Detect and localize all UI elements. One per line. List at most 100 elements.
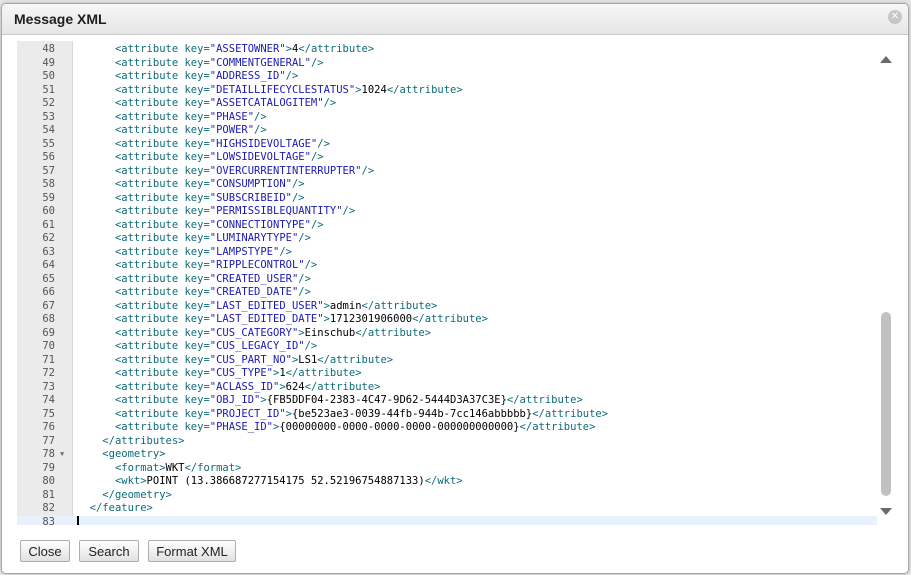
code-text: <attribute key="ACLASS_ID">624</attribut… <box>114 380 381 393</box>
line-number: 81 <box>42 488 55 501</box>
code-text: <attribute key="COMMENTGENERAL"/> <box>114 56 324 69</box>
code-text: <attribute key="POWER"/> <box>114 124 267 136</box>
line-number: 57 <box>42 164 55 177</box>
line-number: 73 <box>42 380 55 393</box>
code-text: <attribute key="PROJECT_ID">{be523ae3-00… <box>114 407 609 420</box>
code-text: </geometry> <box>102 488 172 501</box>
code-line: 61 <attribute key="CONNECTIONTYPE"/> <box>17 219 877 233</box>
line-number: 63 <box>42 245 55 258</box>
code-text: <attribute key="OBJ_ID">{FB5DDF04-2383-4… <box>114 394 583 406</box>
line-number: 78 <box>42 448 55 460</box>
line-number: 79 <box>42 461 55 474</box>
line-number: 72 <box>42 367 55 379</box>
line-number: 60 <box>42 205 55 217</box>
search-button[interactable]: Search <box>79 540 139 562</box>
text-cursor <box>77 515 79 525</box>
line-number: 74 <box>42 394 55 406</box>
code-text: <attribute key="LAST_EDITED_DATE">171230… <box>114 313 488 325</box>
code-text: <attribute key="PHASE"/> <box>114 110 267 123</box>
code-line: 54 <attribute key="POWER"/> <box>17 124 877 138</box>
code-text: <attribute key="HIGHSIDEVOLTAGE"/> <box>114 137 330 150</box>
code-line: 60 <attribute key="PERMISSIBLEQUANTITY"/… <box>17 205 877 219</box>
line-number: 50 <box>42 70 55 82</box>
code-text: <attribute key="CREATED_USER"/> <box>114 272 311 285</box>
code-text: <attribute key="CUS_PART_NO">LS1</attrib… <box>114 353 394 366</box>
code-line: 67 <attribute key="LAST_EDITED_USER">adm… <box>17 300 877 314</box>
code-text: <attribute key="CUS_TYPE">1</attribute> <box>114 367 362 379</box>
line-number: 71 <box>42 353 55 366</box>
code-text: <attribute key="ASSETOWNER">4</attribute… <box>114 43 375 55</box>
code-text: <attribute key="CONSUMPTION"/> <box>114 178 305 190</box>
scrollbar-thumb[interactable] <box>881 312 891 496</box>
line-number: 75 <box>42 407 55 420</box>
code-line: 49 <attribute key="COMMENTGENERAL"/> <box>17 57 877 71</box>
code-line: 59 <attribute key="SUBSCRIBEID"/> <box>17 192 877 206</box>
code-line: 51 <attribute key="DETAILLIFECYCLESTATUS… <box>17 84 877 98</box>
code-line: 75 <attribute key="PROJECT_ID">{be523ae3… <box>17 408 877 422</box>
line-number: 48 <box>42 43 55 55</box>
line-number: 77 <box>42 434 55 447</box>
line-number: 68 <box>42 313 55 325</box>
message-xml-dialog: Message XML ✕ 48 <attribute key="ASSETOW… <box>1 3 909 574</box>
code-text: <attribute key="LUMINARYTYPE"/> <box>114 232 311 244</box>
code-text: <attribute key="ASSETCATALOGITEM"/> <box>114 97 337 109</box>
line-number: 54 <box>42 124 55 136</box>
code-line: 74 <attribute key="OBJ_ID">{FB5DDF04-238… <box>17 394 877 408</box>
code-line: 65 <attribute key="CREATED_USER"/> <box>17 273 877 287</box>
code-text: <attribute key="PERMISSIBLEQUANTITY"/> <box>114 205 356 217</box>
code-text: <format>WKT</format> <box>114 461 242 474</box>
code-line: 83 <box>17 515 877 526</box>
scroll-down-icon[interactable] <box>879 507 893 517</box>
line-number: 80 <box>42 475 55 487</box>
code-line: 50 <attribute key="ADDRESS_ID"/> <box>17 70 877 84</box>
code-text: <attribute key="CONNECTIONTYPE"/> <box>114 218 324 231</box>
code-text: <attribute key="CREATED_DATE"/> <box>114 286 311 298</box>
line-number: 53 <box>42 110 55 123</box>
code-line: 71 <attribute key="CUS_PART_NO">LS1</att… <box>17 354 877 368</box>
line-number: 67 <box>42 299 55 312</box>
code-text: <geometry> <box>102 448 166 460</box>
code-line: 52 <attribute key="ASSETCATALOGITEM"/> <box>17 97 877 111</box>
code-text: <wkt>POINT (13.386687277154175 52.521967… <box>114 475 463 487</box>
code-line: 80 <wkt>POINT (13.386687277154175 52.521… <box>17 475 877 489</box>
code-line: 81 </geometry> <box>17 489 877 503</box>
code-line: 48 <attribute key="ASSETOWNER">4</attrib… <box>17 43 877 57</box>
line-number: 76 <box>42 421 55 433</box>
line-number: 62 <box>42 232 55 244</box>
code-text: <attribute key="OVERCURRENTINTERRUPTER"/… <box>114 164 375 177</box>
scroll-up-icon[interactable] <box>879 54 893 64</box>
code-line: 68 <attribute key="LAST_EDITED_DATE">171… <box>17 313 877 327</box>
xml-code-editor[interactable]: 48 <attribute key="ASSETOWNER">4</attrib… <box>17 41 877 525</box>
dialog-titlebar[interactable]: Message XML ✕ <box>2 4 908 35</box>
line-number: 83 <box>42 515 55 526</box>
code-text: <attribute key="LAST_EDITED_USER">admin<… <box>114 299 438 312</box>
code-text: <attribute key="RIPPLECONTROL"/> <box>114 259 318 271</box>
code-line: 82 </feature> <box>17 502 877 516</box>
fold-toggle-icon[interactable]: ▼ <box>60 448 64 462</box>
format-xml-button[interactable]: Format XML <box>148 540 236 562</box>
code-line: 56 <attribute key="LOWSIDEVOLTAGE"/> <box>17 151 877 165</box>
dialog-button-bar: Close Search Format XML <box>2 532 908 572</box>
code-line: 69 <attribute key="CUS_CATEGORY">Einschu… <box>17 327 877 341</box>
close-icon[interactable]: ✕ <box>888 10 902 24</box>
line-number: 65 <box>42 272 55 285</box>
close-button[interactable]: Close <box>20 540 70 562</box>
line-number: 70 <box>42 340 55 352</box>
code-text: </feature> <box>89 502 153 514</box>
dialog-title: Message XML <box>14 11 107 27</box>
code-text: <attribute key="LAMPSTYPE"/> <box>114 245 292 258</box>
code-text: <attribute key="CUS_CATEGORY">Einschub</… <box>114 326 432 339</box>
code-text: <attribute key="SUBSCRIBEID"/> <box>114 191 305 204</box>
code-text: </attributes> <box>102 434 185 447</box>
code-line: 66 <attribute key="CREATED_DATE"/> <box>17 286 877 300</box>
code-line: 76 <attribute key="PHASE_ID">{00000000-0… <box>17 421 877 435</box>
code-text: <attribute key="DETAILLIFECYCLESTATUS">1… <box>114 83 463 96</box>
line-number: 49 <box>42 56 55 69</box>
code-line: 73 <attribute key="ACLASS_ID">624</attri… <box>17 381 877 395</box>
code-text <box>77 515 79 525</box>
code-text: <attribute key="PHASE_ID">{00000000-0000… <box>114 421 596 433</box>
code-line: 70 <attribute key="CUS_LEGACY_ID"/> <box>17 340 877 354</box>
code-text: <attribute key="CUS_LEGACY_ID"/> <box>114 340 318 352</box>
line-number: 69 <box>42 326 55 339</box>
line-number: 55 <box>42 137 55 150</box>
